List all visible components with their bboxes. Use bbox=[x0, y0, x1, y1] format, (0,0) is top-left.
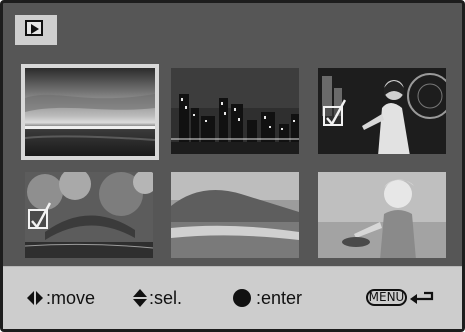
marked-checkbox-icon bbox=[28, 202, 52, 230]
city-skyline-thumbnail[interactable] bbox=[171, 68, 299, 154]
select-label: :sel. bbox=[149, 288, 183, 308]
enter-label: :enter bbox=[256, 288, 303, 308]
button-guide-bar: :move :sel. :enter MENU bbox=[3, 266, 462, 329]
marked-checkbox-icon bbox=[323, 99, 347, 127]
move-label: :move bbox=[46, 288, 96, 308]
menu-badge-icon: MENU bbox=[366, 289, 407, 306]
return-arrow-icon bbox=[410, 291, 434, 304]
seascape-thumbnail[interactable] bbox=[21, 64, 159, 160]
playback-icon bbox=[25, 20, 43, 36]
up-down-arrows-icon bbox=[133, 289, 147, 307]
playback-index-screen: :move :sel. :enter MENU bbox=[0, 0, 465, 332]
playback-mode-indicator bbox=[15, 15, 57, 45]
left-right-arrows-icon bbox=[27, 291, 43, 305]
child-on-beach-thumbnail[interactable] bbox=[318, 172, 446, 258]
bridge-park-thumbnail[interactable] bbox=[25, 172, 153, 258]
enter-dot-icon bbox=[233, 289, 251, 307]
woman-ferris-wheel-thumbnail[interactable] bbox=[318, 68, 446, 154]
beach-hills-thumbnail[interactable] bbox=[171, 172, 299, 258]
